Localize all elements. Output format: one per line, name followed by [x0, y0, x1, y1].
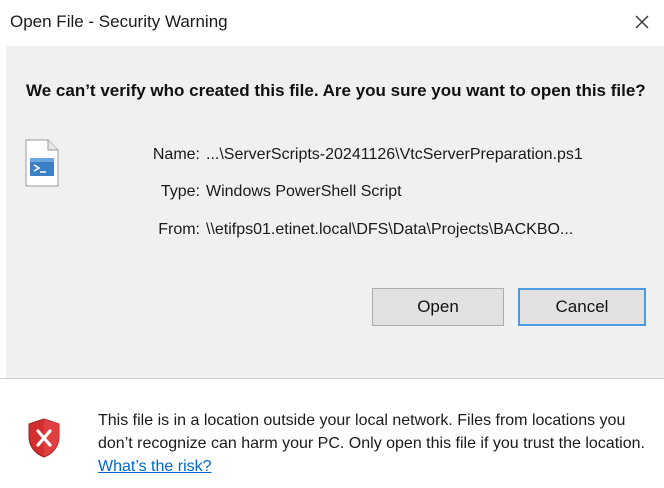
from-value: \\etifps01.etinet.local\DFS\Data\Project… [206, 221, 574, 238]
name-value: ...\ServerScripts-20241126\VtcServerPrep… [206, 146, 583, 163]
dialog-content: We can’t verify who created this file. A… [6, 46, 664, 378]
type-value: Windows PowerShell Script [206, 183, 402, 200]
close-button[interactable] [624, 6, 660, 38]
warning-text: This file is in a location outside your … [98, 412, 645, 452]
file-name-row: Name: ...\ServerScripts-20241126\VtcServ… [6, 146, 664, 168]
security-warning-dialog: Open File - Security Warning We can’t ve… [0, 0, 664, 488]
window-title: Open File - Security Warning [10, 12, 228, 31]
warning-message: This file is in a location outside your … [98, 409, 648, 478]
prompt-headline: We can’t verify who created this file. A… [26, 81, 646, 100]
cancel-button[interactable]: Cancel [518, 288, 646, 326]
name-label: Name: [152, 146, 200, 163]
open-button[interactable]: Open [372, 288, 504, 326]
type-label: Type: [160, 183, 200, 200]
warning-footer: This file is in a location outside your … [0, 379, 664, 488]
close-icon [635, 15, 649, 29]
file-type-row: Type: Windows PowerShell Script [6, 183, 664, 205]
whats-the-risk-link[interactable]: What’s the risk? [98, 458, 212, 475]
from-label: From: [158, 221, 200, 238]
title-bar[interactable]: Open File - Security Warning [0, 0, 664, 46]
file-from-row: From: \\etifps01.etinet.local\DFS\Data\P… [6, 221, 664, 243]
shield-warning-icon [28, 418, 60, 458]
